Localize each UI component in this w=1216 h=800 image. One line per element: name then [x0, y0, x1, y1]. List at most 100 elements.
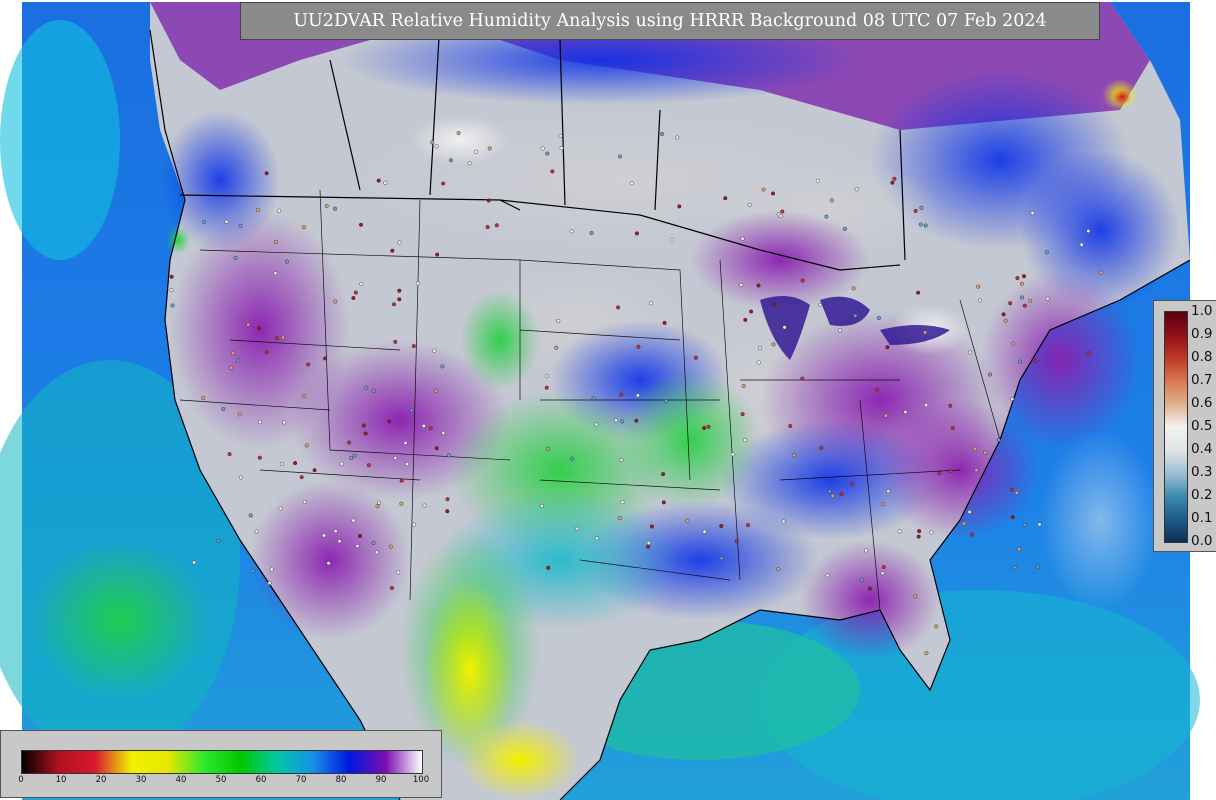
station-ob: [962, 521, 967, 526]
station-ob: [875, 387, 880, 392]
station-ob: [661, 500, 666, 505]
rh-colorbar-tick: 10: [55, 775, 67, 785]
station-ob: [487, 146, 492, 151]
station-ob: [355, 544, 360, 549]
station-ob: [264, 171, 269, 176]
station-ob: [968, 350, 973, 355]
station-ob: [864, 548, 869, 553]
station-ob: [723, 196, 728, 201]
obs-colorbar-tick: 0.2: [1191, 487, 1213, 503]
station-ob: [392, 302, 397, 307]
station-ob: [758, 346, 763, 351]
station-ob: [353, 290, 358, 295]
station-ob: [620, 419, 625, 424]
station-ob: [170, 303, 175, 308]
station-ob: [570, 456, 575, 461]
station-ob: [661, 472, 666, 477]
station-ob: [358, 534, 363, 539]
station-ob: [892, 176, 897, 181]
station-ob: [924, 403, 929, 408]
station-ob: [435, 252, 440, 257]
station-ob: [1035, 564, 1040, 569]
station-ob: [359, 222, 364, 227]
station-ob: [883, 413, 888, 418]
station-ob: [791, 453, 796, 458]
station-ob: [917, 529, 922, 534]
station-ob: [397, 240, 402, 245]
station-ob: [485, 225, 490, 230]
station-ob: [545, 151, 550, 156]
station-ob: [741, 384, 746, 389]
station-ob: [977, 298, 982, 303]
station-ob: [224, 219, 229, 224]
station-ob: [886, 489, 891, 494]
station-ob: [257, 455, 262, 460]
station-ob: [649, 301, 654, 306]
station-ob: [371, 540, 376, 545]
station-ob: [819, 446, 824, 451]
obs-colorbar-tick: 0.3: [1191, 464, 1213, 480]
station-ob: [467, 161, 472, 166]
rh-colorbar-tick: 20: [95, 775, 107, 785]
station-ob: [323, 356, 328, 361]
station-ob: [662, 320, 667, 325]
station-ob: [815, 178, 820, 183]
station-ob: [434, 144, 439, 149]
station-ob: [771, 191, 776, 196]
rh-colorbar-tick: 60: [255, 775, 267, 785]
station-ob: [916, 534, 921, 539]
station-ob: [706, 424, 711, 429]
obs-colorbar-tick: 0.7: [1191, 372, 1213, 388]
station-ob: [293, 461, 298, 466]
station-ob: [1099, 270, 1104, 275]
station-ob: [227, 452, 232, 457]
station-ob: [273, 239, 278, 244]
station-ob: [387, 419, 392, 424]
station-ob: [445, 497, 450, 502]
station-ob: [539, 503, 544, 508]
station-ob: [366, 463, 371, 468]
station-ob: [333, 529, 338, 534]
station-ob: [409, 408, 414, 413]
station-ob: [337, 539, 342, 544]
station-ob: [756, 283, 761, 288]
station-ob: [1018, 359, 1023, 364]
obs-colorbar-tick: 0.0: [1191, 533, 1213, 549]
station-ob: [282, 420, 287, 425]
station-ob: [634, 418, 639, 423]
station-ob: [390, 586, 395, 591]
station-ob: [594, 422, 599, 427]
station-ob: [456, 131, 461, 136]
station-ob: [540, 146, 545, 151]
station-ob: [169, 288, 174, 293]
station-ob: [306, 362, 311, 367]
station-ob: [1012, 565, 1017, 570]
station-ob: [881, 565, 886, 570]
rh-colorbar: 0 10 20 30 40 50 60 70 80 90 100: [0, 730, 442, 798]
station-ob: [415, 281, 420, 286]
station-ob: [616, 305, 621, 310]
station-ob: [761, 187, 766, 192]
station-ob: [851, 286, 856, 291]
station-ob: [771, 342, 776, 347]
station-ob: [397, 288, 402, 293]
station-ob: [383, 180, 388, 185]
station-ob: [412, 522, 417, 527]
station-ob: [422, 503, 427, 508]
station-ob: [446, 453, 451, 458]
rh-colorbar-tick: 70: [295, 775, 307, 785]
station-ob: [1037, 522, 1042, 527]
station-ob: [441, 181, 446, 186]
station-ob: [1086, 228, 1091, 233]
station-ob: [399, 501, 404, 506]
station-ob: [818, 302, 823, 307]
station-ob: [405, 462, 410, 467]
station-ob: [719, 556, 724, 561]
station-ob: [376, 178, 381, 183]
station-ob: [973, 446, 978, 451]
obs-colorbar-tick: 0.4: [1191, 441, 1213, 457]
rh-colorbar-tick: 40: [175, 775, 187, 785]
station-ob: [285, 259, 290, 264]
rh-colorbar-tick: 30: [135, 775, 147, 785]
station-ob: [635, 393, 640, 398]
